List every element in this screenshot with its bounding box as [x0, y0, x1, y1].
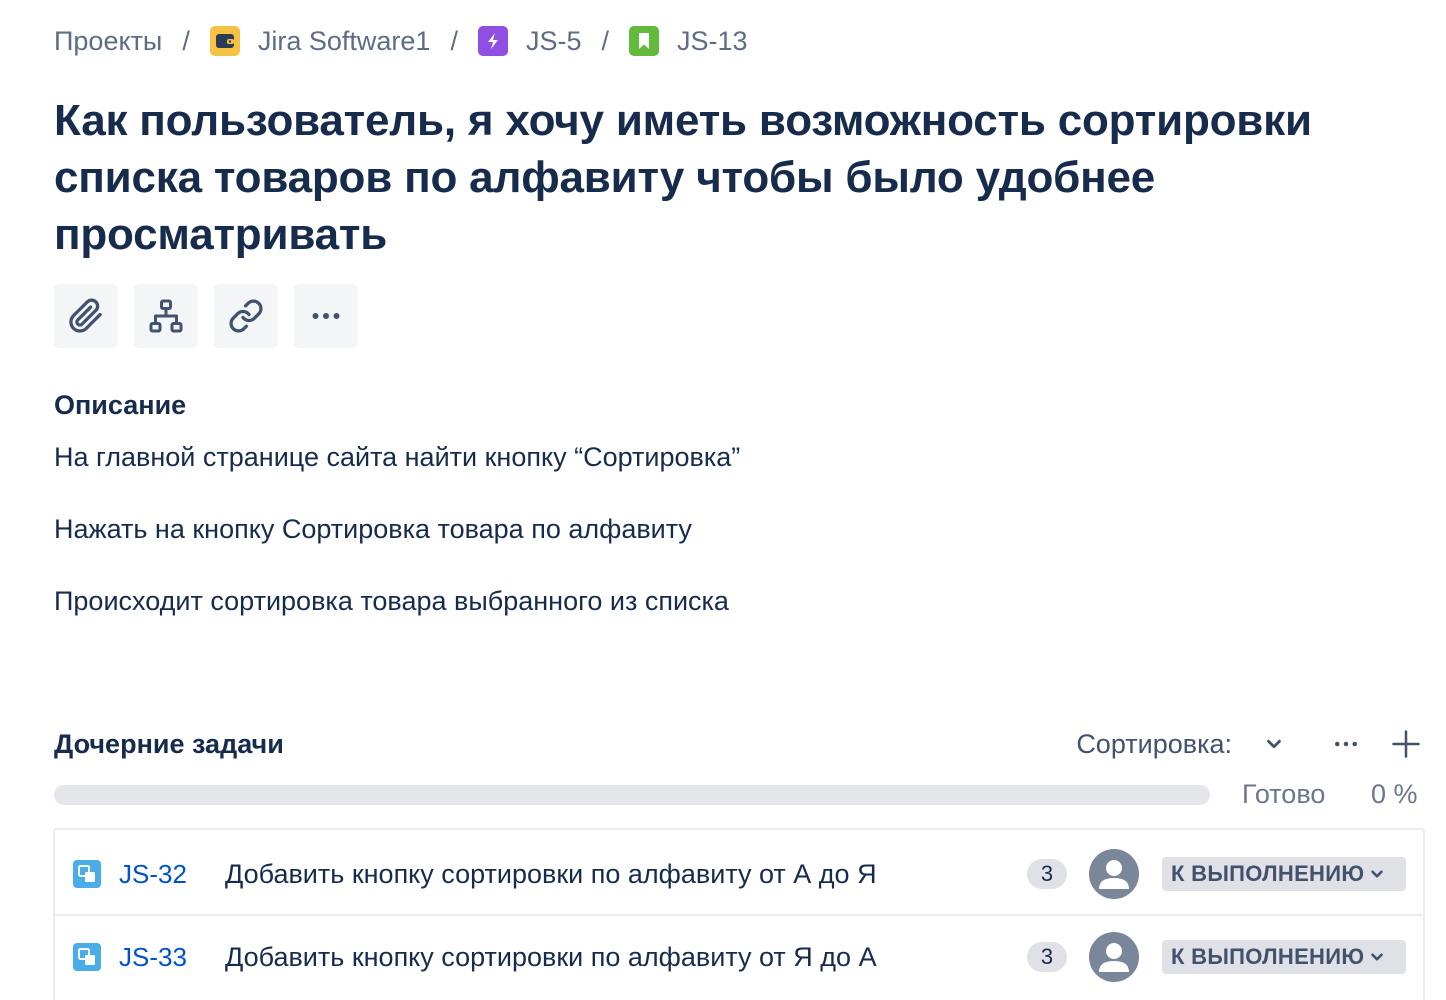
subtask-icon — [73, 943, 101, 971]
story-points-badge: 3 — [1027, 942, 1067, 972]
story-points-badge: 3 — [1027, 859, 1067, 889]
assignee-avatar[interactable] — [1089, 849, 1139, 899]
breadcrumb-project[interactable]: Jira Software1 — [209, 25, 431, 57]
add-child-task-button[interactable] — [1386, 724, 1426, 764]
paperclip-icon — [69, 298, 102, 333]
breadcrumb-project-label: Jira Software1 — [257, 25, 431, 56]
attach-button[interactable] — [54, 284, 118, 348]
issue-toolbar — [54, 284, 358, 348]
chevron-down-icon — [1267, 739, 1281, 749]
hierarchy-icon — [149, 299, 183, 333]
description-label: Описание — [54, 390, 187, 420]
done-label: Готово — [1242, 779, 1326, 809]
breadcrumb-epic[interactable]: JS-5 — [477, 25, 582, 57]
breadcrumb-separator: / — [182, 25, 190, 56]
done-percent: 0 % — [1371, 779, 1418, 809]
child-tasks-header: Дочерние задачи Сортировка: — [54, 724, 1426, 764]
description-paragraph[interactable]: Нажать на кнопку Сортировка товара по ал… — [54, 514, 692, 545]
description-paragraph[interactable]: Происходит сортировка товара выбранного … — [54, 586, 729, 617]
epic-icon — [477, 26, 508, 56]
more-icon — [1335, 741, 1357, 747]
child-task-row[interactable]: JS-32 Добавить кнопку сортировки по алфа… — [55, 834, 1423, 916]
child-task-key[interactable]: JS-33 — [119, 942, 187, 973]
child-task-summary[interactable]: Добавить кнопку сортировки по алфавиту о… — [225, 859, 877, 890]
status-label: К ВЫПОЛНЕНИЮ — [1171, 944, 1365, 969]
link-issue-button[interactable] — [214, 284, 278, 348]
child-tasks-title: Дочерние задачи — [54, 728, 284, 759]
child-tasks-more-button[interactable] — [1326, 724, 1366, 764]
breadcrumb-projects[interactable]: Проекты — [54, 26, 162, 57]
child-tasks-list: JS-32 Добавить кнопку сортировки по алфа… — [53, 828, 1425, 1000]
sort-dropdown-button[interactable] — [1254, 724, 1294, 764]
breadcrumb-separator: / — [450, 25, 458, 56]
project-avatar-icon — [209, 26, 240, 56]
status-label: К ВЫПОЛНЕНИЮ — [1171, 861, 1365, 886]
issue-title[interactable]: Как пользователь, я хочу иметь возможнос… — [54, 92, 1374, 263]
breadcrumb-separator: / — [601, 25, 609, 56]
breadcrumb-issue-label: JS-13 — [677, 25, 748, 56]
sort-label: Сортировка: — [1076, 728, 1232, 759]
assignee-avatar[interactable] — [1089, 932, 1139, 982]
more-actions-button[interactable] — [294, 284, 358, 348]
child-tasks-progress-bar — [54, 785, 1210, 805]
subtask-icon — [73, 860, 101, 888]
plus-icon — [1392, 730, 1420, 758]
story-icon — [629, 26, 659, 56]
child-task-key[interactable]: JS-32 — [119, 859, 187, 890]
breadcrumb-issue[interactable]: JS-13 — [629, 26, 748, 57]
chevron-down-icon — [1371, 870, 1384, 878]
more-icon — [312, 313, 340, 319]
child-issue-button[interactable] — [134, 284, 198, 348]
status-dropdown[interactable]: К ВЫПОЛНЕНИЮ — [1162, 857, 1406, 891]
link-icon — [229, 299, 263, 333]
user-icon — [1099, 860, 1129, 889]
description-paragraph[interactable]: На главной странице сайта найти кнопку “… — [54, 442, 740, 473]
status-dropdown[interactable]: К ВЫПОЛНЕНИЮ — [1162, 940, 1406, 974]
chevron-down-icon — [1371, 953, 1384, 961]
breadcrumb-epic-label: JS-5 — [525, 25, 582, 56]
child-tasks-actions: Сортировка: — [1076, 724, 1426, 764]
child-task-row[interactable]: JS-33 Добавить кнопку сортировки по алфа… — [55, 916, 1423, 998]
user-icon — [1099, 943, 1129, 972]
breadcrumb: Проекты / Jira Software1 / JS-5 / JS-13 — [54, 22, 748, 60]
child-task-summary[interactable]: Добавить кнопку сортировки по алфавиту о… — [225, 942, 877, 973]
